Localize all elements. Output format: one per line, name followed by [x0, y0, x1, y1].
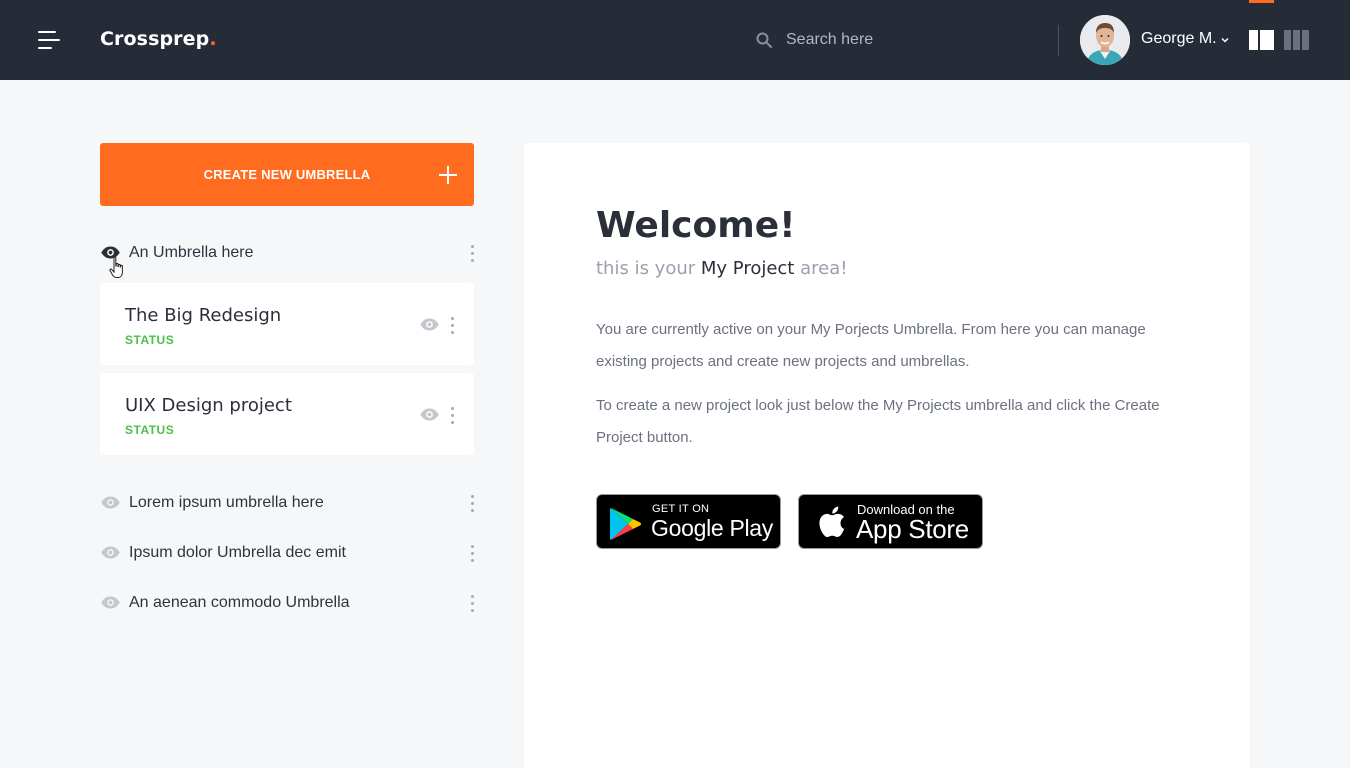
- kebab-icon[interactable]: [471, 545, 475, 563]
- umbrella-item[interactable]: Lorem ipsum umbrella here: [100, 491, 474, 515]
- app-store-big: App Store: [856, 514, 969, 544]
- project-status: STATUS: [125, 333, 175, 347]
- umbrella-item[interactable]: An Umbrella here: [100, 241, 474, 265]
- search-input[interactable]: [786, 24, 1036, 56]
- top-bar: Crossprep. George M.: [0, 0, 1350, 80]
- eye-icon[interactable]: [419, 408, 440, 421]
- eye-icon[interactable]: [100, 546, 121, 559]
- eye-icon[interactable]: [100, 496, 121, 509]
- google-play-small: GET IT ON: [652, 503, 710, 515]
- subtitle-prefix: this is your: [596, 258, 701, 279]
- layout-single-icon[interactable]: [1249, 30, 1274, 50]
- create-umbrella-label: CREATE NEW UMBRELLA: [203, 167, 371, 182]
- create-umbrella-button[interactable]: CREATE NEW UMBRELLA: [100, 143, 474, 206]
- logo-dot: .: [209, 28, 217, 50]
- chevron-down-icon[interactable]: [1221, 36, 1229, 44]
- eye-icon[interactable]: [419, 318, 440, 331]
- subtitle-suffix: area!: [794, 258, 848, 279]
- avatar[interactable]: [1080, 15, 1130, 65]
- kebab-icon[interactable]: [471, 495, 475, 513]
- kebab-icon[interactable]: [471, 245, 475, 263]
- umbrella-item[interactable]: An aenean commodo Umbrella: [100, 591, 474, 615]
- umbrella-item[interactable]: Ipsum dolor Umbrella dec emit: [100, 541, 474, 565]
- umbrella-label: Lorem ipsum umbrella here: [129, 494, 324, 511]
- google-play-big: Google Play: [651, 515, 773, 541]
- hamburger-icon[interactable]: [38, 30, 62, 50]
- project-card[interactable]: The Big Redesign STATUS: [100, 283, 474, 365]
- subtitle-emphasis: My Project: [700, 258, 795, 279]
- active-layout-indicator: [1249, 0, 1274, 3]
- kebab-icon[interactable]: [451, 407, 455, 425]
- apple-icon: [819, 506, 845, 538]
- intro-paragraph: You are currently active on your My Porj…: [596, 321, 1146, 370]
- logo-text: Crossprep: [100, 28, 210, 50]
- user-name[interactable]: George M.: [1141, 30, 1217, 48]
- kebab-icon[interactable]: [471, 595, 475, 613]
- project-card[interactable]: UIX Design project STATUS: [100, 373, 474, 455]
- hand-cursor-icon: [109, 256, 123, 278]
- app-logo[interactable]: Crossprep.: [100, 28, 217, 50]
- project-title: UIX Design project: [125, 395, 292, 416]
- kebab-icon[interactable]: [451, 317, 455, 335]
- page-title: Welcome!: [596, 205, 796, 246]
- header-divider: [1058, 25, 1059, 56]
- umbrella-label: An aenean commodo Umbrella: [129, 594, 350, 611]
- umbrella-label: An Umbrella here: [129, 244, 254, 261]
- search-icon[interactable]: [756, 32, 772, 48]
- umbrella-label: Ipsum dolor Umbrella dec emit: [129, 544, 346, 561]
- google-play-icon: [610, 508, 642, 540]
- project-title: The Big Redesign: [125, 305, 282, 326]
- instructions-paragraph: To create a new project look just below …: [596, 397, 1160, 446]
- page-subtitle: this is your My Project area!: [596, 258, 847, 279]
- google-play-button[interactable]: GET IT ON Google Play: [596, 494, 781, 549]
- app-store-button[interactable]: Download on the App Store: [798, 494, 983, 549]
- search-box: [752, 24, 1042, 56]
- eye-icon[interactable]: [100, 596, 121, 609]
- project-status: STATUS: [125, 423, 175, 437]
- plus-icon: [439, 166, 457, 184]
- welcome-panel: Welcome! this is your My Project area! Y…: [524, 143, 1250, 768]
- layout-columns-icon[interactable]: [1284, 30, 1310, 50]
